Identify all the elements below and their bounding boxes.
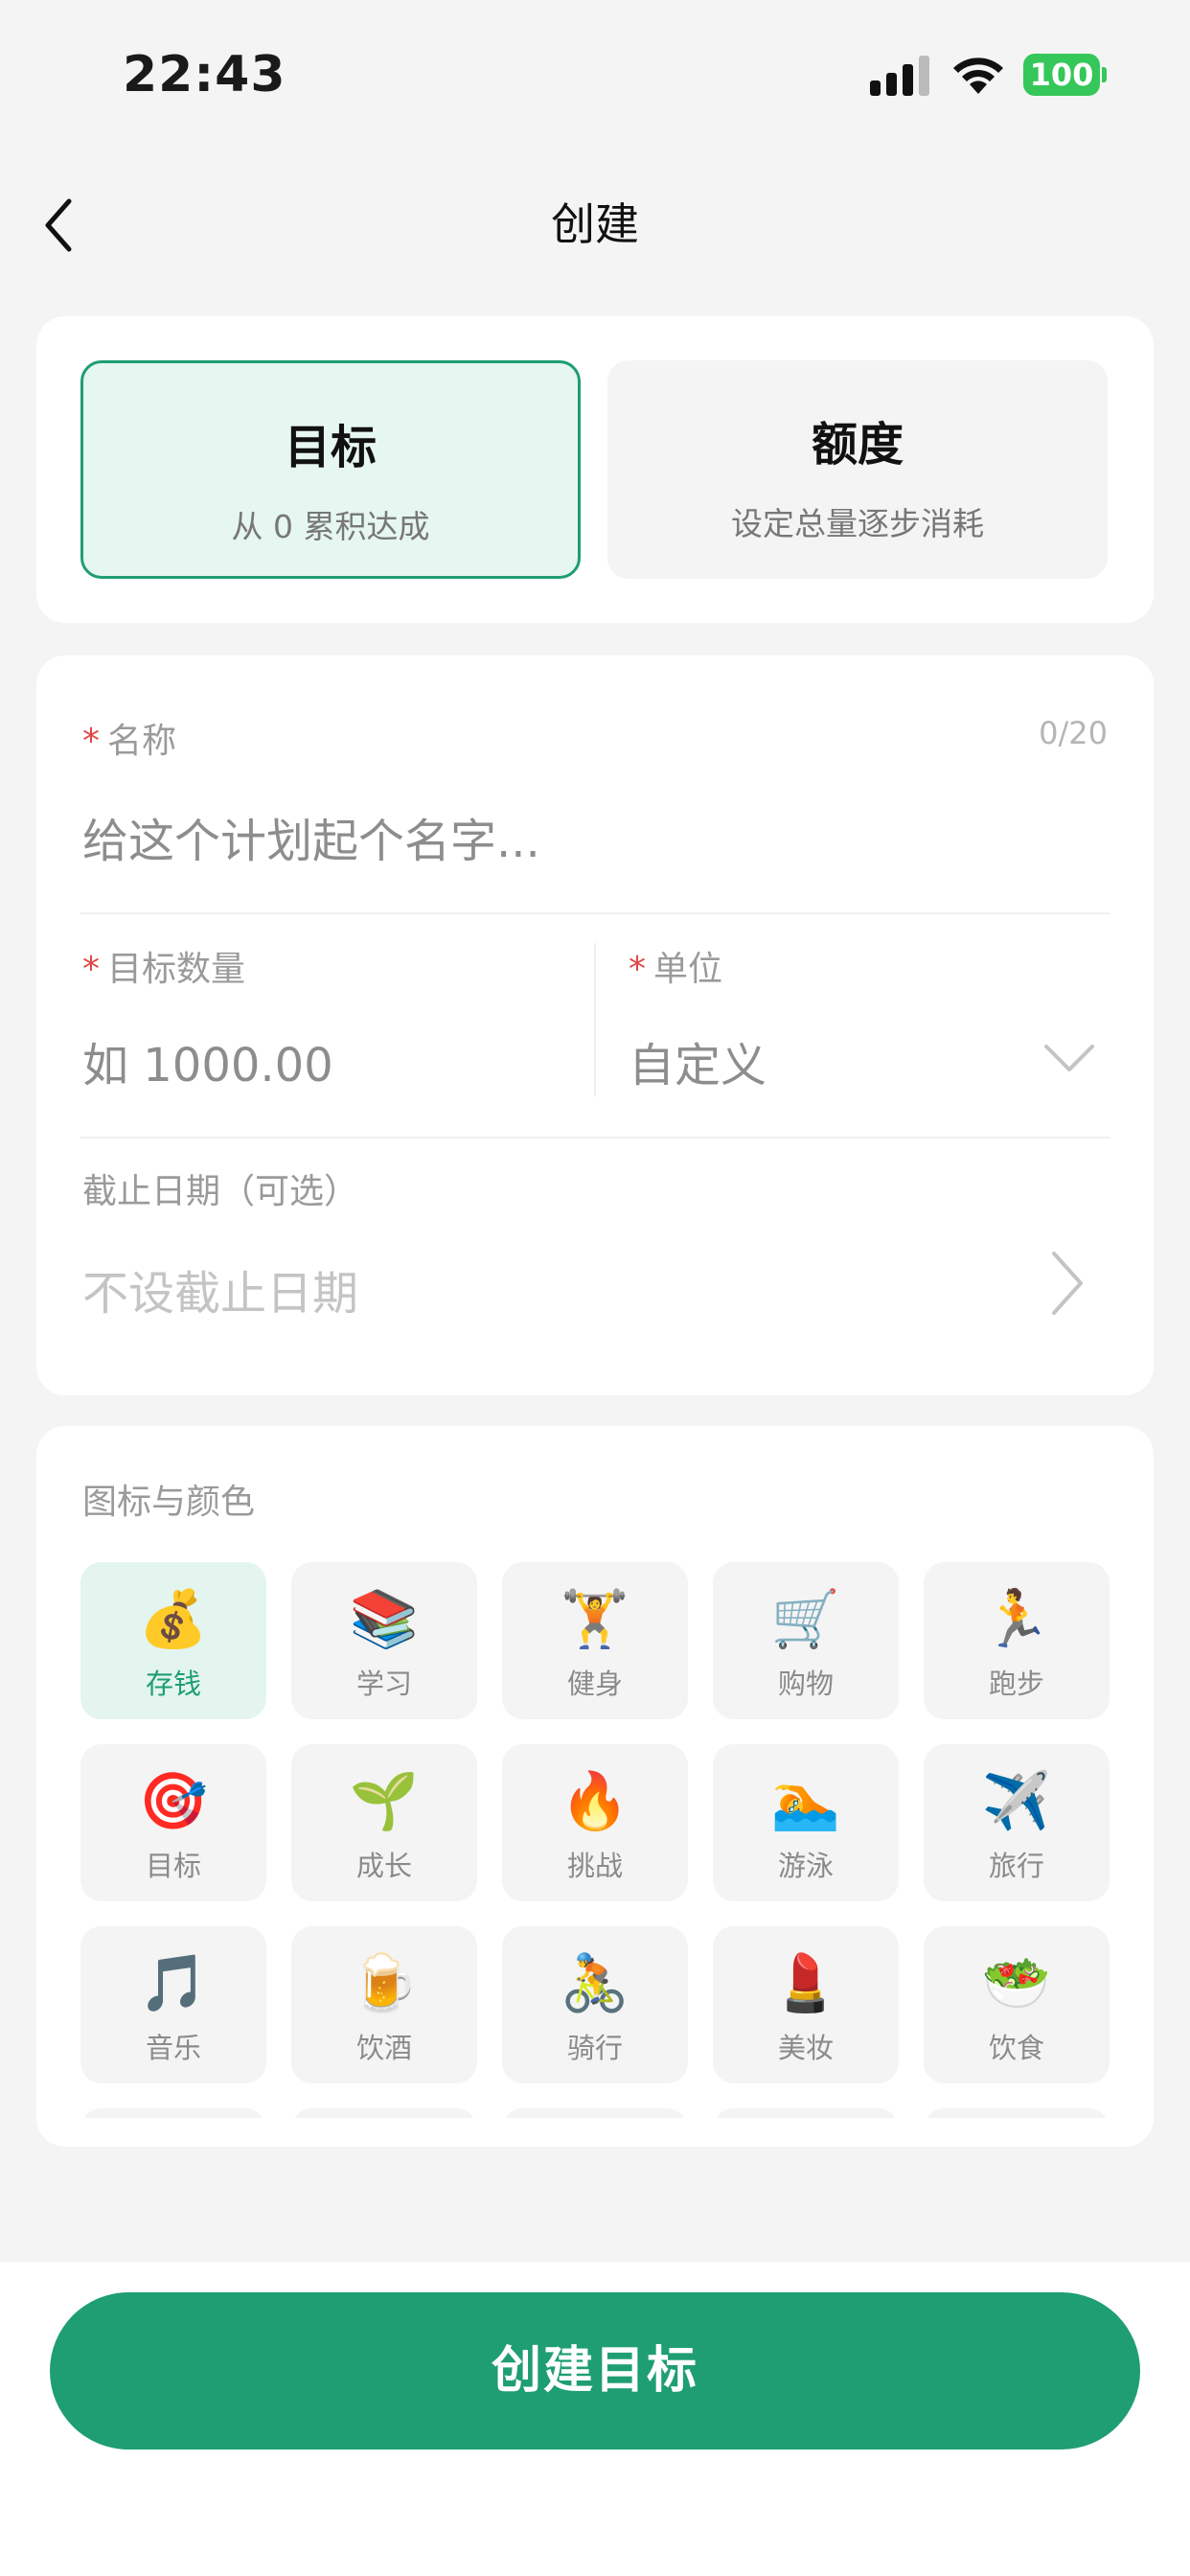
chevron-down-icon[interactable] [1042,1041,1096,1075]
target-amount-label: * 目标数量 [82,941,245,991]
icon-color-card: 图标与颜色 💰 存钱 📚 学习 🏋️ 健身 🛒 购物 🏃 跑步 🎯 目标 🌱 成 [36,1426,1154,2147]
icon-tile-label: 健身 [566,1668,623,1700]
salad-icon: 🥗 [981,1950,1052,2015]
icon-tile-music[interactable]: 🎵 音乐 [80,1926,266,2083]
icon-tile-fitness[interactable]: 🏋️ 健身 [502,1562,688,1719]
type-option-quota[interactable]: 额度 设定总量逐步消耗 [607,360,1108,579]
icon-tile-travel[interactable]: ✈️ 旅行 [924,1744,1110,1901]
status-time: 22:43 [123,46,286,104]
name-char-counter: 0/20 [1039,715,1108,751]
bottom-action-bar: 创建目标 [0,2262,1190,2576]
page-title: 创建 [551,198,639,250]
icon-tile-target[interactable]: 🎯 目标 [80,1744,266,1901]
icon-tile-shopping[interactable]: 🛒 购物 [713,1562,899,1719]
money-bag-icon: 💰 [138,1586,209,1651]
cellular-signal-icon [870,54,931,96]
shopping-cart-icon: 🛒 [770,1586,841,1651]
icon-tile-drinking[interactable]: 🍺 饮酒 [291,1926,477,2083]
name-label: * 名称 [82,713,176,763]
icon-tile-running[interactable]: 🏃 跑步 [924,1562,1110,1719]
icon-tile-label: 音乐 [145,2032,201,2064]
icon-tile-makeup[interactable]: 💄 美妆 [713,1926,899,2083]
type-option-title: 目标 [284,421,377,474]
type-option-subtitle: 设定总量逐步消耗 [731,505,984,542]
required-mark: * [629,950,646,989]
unit-label-text: 单位 [653,950,723,989]
type-selector-card: 目标 从 0 累积达成 额度 设定总量逐步消耗 [36,316,1154,623]
type-option-title: 额度 [811,418,904,472]
seedling-icon: 🌱 [349,1768,420,1833]
airplane-icon: ✈️ [981,1768,1052,1833]
icon-tile-label: 存钱 [145,1668,201,1700]
weightlifter-icon: 🏋️ [560,1586,630,1651]
icon-tile-study[interactable]: 📚 学习 [291,1562,477,1719]
chevron-right-icon[interactable] [1046,1248,1088,1319]
icon-tile-diet[interactable]: 🥗 饮食 [924,1926,1110,2083]
type-option-subtitle: 从 0 累积达成 [231,508,430,545]
divider [80,1137,1110,1138]
icon-tile-label: 饮酒 [355,2032,412,2064]
cyclist-icon: 🚴 [560,1950,630,2015]
beer-mug-icon: 🍺 [349,1950,420,2015]
required-mark: * [82,722,100,761]
lipstick-icon: 💄 [770,1950,841,2015]
icon-tile-partial[interactable] [80,2108,266,2118]
icon-tile-label: 旅行 [988,1850,1044,1882]
name-input[interactable]: 给这个计划起个名字... [82,803,540,870]
icon-tile-label: 跑步 [988,1668,1044,1700]
icon-tile-challenge[interactable]: 🔥 挑战 [502,1744,688,1901]
icon-tile-partial[interactable] [924,2108,1110,2118]
icon-tile-label: 骑行 [566,2032,623,2064]
battery-icon: 100 [1023,54,1108,96]
vertical-divider [594,943,596,1096]
deadline-picker[interactable]: 不设截止日期 [82,1255,358,1322]
icon-tile-partial[interactable] [502,2108,688,2118]
runner-icon: 🏃 [981,1586,1052,1651]
icon-tile-label: 饮食 [988,2032,1044,2064]
icon-tile-growth[interactable]: 🌱 成长 [291,1744,477,1901]
icon-grid: 💰 存钱 📚 学习 🏋️ 健身 🛒 购物 🏃 跑步 🎯 目标 🌱 成长 🔥 挑战… [80,1562,1110,2118]
fire-icon: 🔥 [560,1768,630,1833]
required-mark: * [82,950,100,989]
status-bar: 22:43 100 [0,0,1190,144]
icon-tile-label: 购物 [777,1668,834,1700]
icon-tile-partial[interactable] [291,2108,477,2118]
icon-tile-swimming[interactable]: 🏊 游泳 [713,1744,899,1901]
icon-tile-label: 学习 [355,1668,412,1700]
create-goal-button[interactable]: 创建目标 [50,2292,1140,2450]
type-option-goal[interactable]: 目标 从 0 累积达成 [80,360,581,579]
unit-label: * 单位 [629,941,722,991]
form-card: * 名称 0/20 给这个计划起个名字... * 目标数量 如 1000.00 * 单… [36,656,1154,1395]
icon-section-label: 图标与颜色 [82,1483,256,1522]
icon-tile-label: 游泳 [777,1850,834,1882]
divider [80,912,1110,914]
icon-tile-savings[interactable]: 💰 存钱 [80,1562,266,1719]
icon-tile-label: 美妆 [777,2032,834,2064]
unit-select[interactable]: 自定义 [629,1027,767,1094]
music-note-icon: 🎵 [138,1950,209,2015]
deadline-label: 截止日期（可选） [82,1172,359,1211]
target-amount-input[interactable]: 如 1000.00 [82,1027,333,1094]
icon-tile-label: 挑战 [566,1850,623,1882]
icon-tile-label: 目标 [145,1850,201,1882]
target-icon: 🎯 [138,1768,209,1833]
target-amount-label-text: 目标数量 [107,950,246,989]
battery-level: 100 [1023,54,1100,96]
icon-tile-cycling[interactable]: 🚴 骑行 [502,1926,688,2083]
swimmer-icon: 🏊 [770,1768,841,1833]
icon-tile-label: 成长 [355,1850,412,1882]
icon-tile-partial[interactable] [713,2108,899,2118]
name-label-text: 名称 [107,722,177,761]
books-icon: 📚 [349,1586,420,1651]
wifi-icon [953,58,1003,94]
